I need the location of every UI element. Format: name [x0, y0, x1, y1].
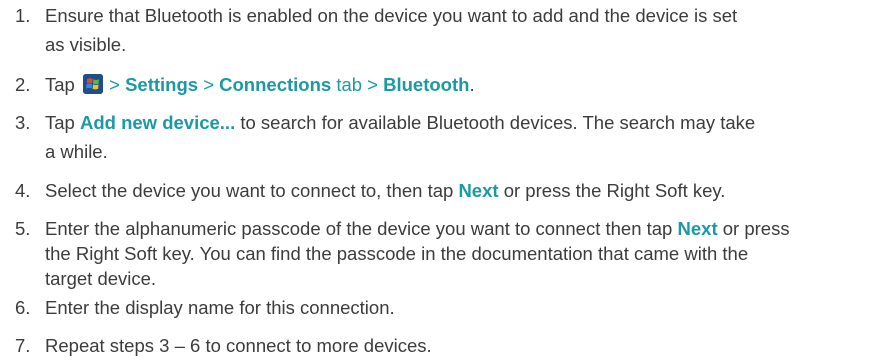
step-text-pre: Select the device you want to connect to…	[45, 180, 454, 201]
bluetooth-link[interactable]: Bluetooth	[383, 74, 469, 95]
step-text: Ensure that Bluetooth is enabled on the …	[45, 5, 738, 26]
step-number: 6.	[15, 297, 31, 318]
tab-word: tab	[336, 74, 363, 95]
step-text-rest: to search for available Bluetooth device…	[240, 112, 756, 133]
next-link[interactable]: Next	[458, 180, 498, 201]
step-number: 2.	[15, 74, 31, 95]
windows-start-icon	[82, 74, 103, 94]
step-text-pre: Enter the alphanumeric passcode of the d…	[45, 218, 673, 239]
connections-link[interactable]: Connections	[219, 74, 331, 95]
breadcrumb-separator: >	[367, 74, 378, 95]
step-text: Enter the alphanumeric passcode of the d…	[45, 217, 790, 241]
step-number: 7.	[15, 335, 31, 356]
step-text-post: or press the Right Soft key.	[503, 180, 726, 201]
step-number: 3.	[15, 112, 31, 133]
step-text: Tap > Settings > Connections tab > Bluet…	[45, 73, 475, 97]
step-number: 1.	[15, 5, 31, 26]
step-text: the Right Soft key. You can find the pas…	[45, 243, 749, 264]
settings-link[interactable]: Settings	[125, 74, 198, 95]
sentence-end: .	[469, 74, 475, 95]
add-new-device-link[interactable]: Add new device...	[80, 112, 235, 133]
step-text: as visible.	[45, 34, 127, 55]
breadcrumb-separator: >	[203, 74, 214, 95]
step-number: 4.	[15, 180, 31, 201]
instruction-list: 1. Ensure that Bluetooth is enabled on t…	[0, 0, 890, 363]
step-text: target device.	[45, 268, 157, 289]
step-text: Repeat steps 3 – 6 to connect to more de…	[45, 335, 432, 356]
step-text: Enter the display name for this connecti…	[45, 297, 395, 318]
breadcrumb-separator: >	[109, 74, 120, 95]
step-number: 5.	[15, 218, 31, 239]
step-text: Tap Add new device... to search for avai…	[45, 111, 755, 135]
step-text: a while.	[45, 141, 108, 162]
step-text: Select the device you want to connect to…	[45, 179, 725, 203]
next-link[interactable]: Next	[678, 218, 718, 239]
tap-word: Tap	[45, 74, 75, 95]
step-text-post: or press	[722, 218, 790, 239]
tap-word: Tap	[45, 112, 75, 133]
